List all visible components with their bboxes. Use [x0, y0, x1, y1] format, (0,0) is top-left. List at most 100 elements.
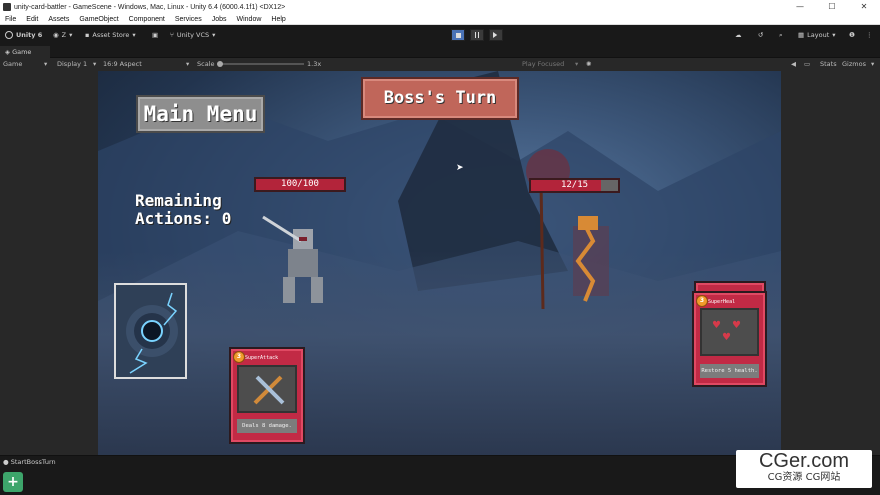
vcs-label: Unity VCS — [176, 31, 210, 39]
chevron-down-icon: ▾ — [871, 60, 875, 68]
gizmos-dropdown[interactable]: Gizmos — [842, 60, 866, 68]
menu-services[interactable]: Services — [170, 16, 207, 23]
step-button[interactable] — [489, 29, 503, 41]
boss-sprite — [526, 149, 609, 310]
watermark-main: CGer.com — [758, 450, 850, 472]
chevron-down-icon: ▾ — [132, 31, 136, 39]
pause-icon — [475, 32, 479, 38]
vcs-icon: ⑂ — [170, 31, 174, 39]
stop-icon — [455, 32, 461, 38]
mouse-cursor-icon: ➤ — [456, 163, 464, 173]
window-title-bar: unity-card-battler - GameScene - Windows… — [0, 0, 880, 14]
boss-health-missing — [600, 180, 618, 191]
scale-slider-handle[interactable] — [217, 61, 223, 67]
deck-portal-icon — [116, 285, 185, 377]
crossed-swords-icon — [253, 375, 285, 405]
tab-game[interactable]: ◈ Game — [0, 46, 50, 58]
chevron-down-icon: ▾ — [212, 31, 216, 39]
tab-game-label: Game — [12, 48, 32, 56]
aspect-icon[interactable]: ▭ — [804, 60, 810, 68]
chevron-down-icon: ▾ — [186, 60, 190, 68]
menu-file[interactable]: File — [0, 16, 21, 23]
play-focused-dropdown[interactable]: Play Focused — [522, 60, 564, 68]
play-button[interactable] — [451, 29, 465, 41]
account-dropdown[interactable]: ◉ Z ▾ — [53, 29, 72, 41]
unity-app-icon — [3, 3, 11, 11]
menu-window[interactable]: Window — [232, 16, 267, 23]
layout-label: Layout — [807, 31, 830, 39]
help-icon[interactable]: ❶ — [849, 29, 855, 41]
layout-icon: ▦ — [798, 31, 805, 39]
card-description: Deals 8 damage. — [237, 419, 297, 433]
scale-value: 1.3x — [307, 60, 322, 68]
remaining-line-2: Actions: 0 — [135, 209, 232, 228]
main-toolbar: Unity 6 ◉ Z ▾ ▪ Asset Store ▾ ▣ ⑂ Unity … — [0, 25, 880, 45]
stats-button[interactable]: Stats — [820, 60, 837, 68]
game-mode-dropdown[interactable]: Game — [3, 60, 22, 68]
settings-icon[interactable]: ⋮ — [866, 29, 873, 41]
chevron-down-icon: ▾ — [832, 31, 836, 39]
aspect-dropdown[interactable]: 16:9 Aspect — [103, 60, 142, 68]
unity-version-label: Unity 6 — [16, 31, 43, 39]
cloud-icon[interactable]: ☁ — [735, 29, 742, 41]
pause-button[interactable] — [470, 29, 484, 41]
chevron-down-icon: ▾ — [69, 31, 73, 39]
card-art: ♥ ♥ ♥ — [700, 308, 759, 356]
window-title: unity-card-battler - GameScene - Windows… — [14, 3, 286, 11]
menu-bar: File Edit Assets GameObject Component Se… — [0, 14, 880, 25]
menu-component[interactable]: Component — [124, 16, 170, 23]
history-icon[interactable]: ↺ — [758, 29, 763, 41]
layout-dropdown[interactable]: ▦ Layout ▾ — [798, 29, 836, 41]
hearts-icon: ♥ ♥ ♥ — [712, 320, 741, 343]
menu-edit[interactable]: Edit — [21, 16, 43, 23]
card-cost-badge: 3 — [233, 351, 245, 363]
card-description: Restore 5 health. — [700, 364, 759, 378]
minimize-button[interactable]: — — [784, 0, 816, 14]
player-knight-sprite — [262, 215, 323, 303]
maximize-button[interactable]: ☐ — [816, 0, 848, 14]
info-icon: ● — [3, 458, 9, 466]
close-button[interactable]: ✕ — [848, 0, 880, 14]
card-super-heal[interactable]: 3 SuperHeal ♥ ♥ ♥ Restore 5 health. — [692, 291, 767, 387]
chevron-down-icon: ▾ — [575, 60, 579, 68]
add-icon[interactable]: + — [3, 472, 23, 492]
watermark: CGer.com CG资源 CG网站 — [736, 450, 872, 488]
card-name: SuperAttack — [245, 355, 279, 361]
game-scene[interactable]: Main Menu Boss's Turn Remaining Actions:… — [98, 71, 781, 455]
card-super-attack[interactable]: 3 SuperAttack Deals 8 damage. — [229, 347, 305, 444]
svg-text:♥: ♥ — [722, 332, 731, 343]
tab-row: ◈ Game — [0, 45, 880, 58]
watermark-sub: CG资源 CG网站 — [767, 472, 841, 483]
card-name: SuperHeal — [708, 299, 736, 305]
menu-gameobject[interactable]: GameObject — [74, 16, 123, 23]
status-message: StartBossTurn — [10, 458, 56, 466]
scale-slider[interactable] — [218, 63, 304, 65]
main-menu-button[interactable]: Main Menu — [136, 95, 265, 133]
package-icon[interactable]: ▣ — [152, 29, 158, 41]
card-art — [237, 365, 297, 413]
remaining-line-1: Remaining — [135, 191, 222, 210]
asset-store-dropdown[interactable]: ▪ Asset Store ▾ — [85, 29, 136, 41]
menu-help[interactable]: Help — [266, 16, 290, 23]
menu-jobs[interactable]: Jobs — [207, 16, 232, 23]
fog-overlay — [98, 251, 781, 455]
game-view-toolbar: Game ▾ Display 1 ▾ 16:9 Aspect ▾ Scale 1… — [0, 58, 880, 71]
svg-text:♥: ♥ — [732, 320, 741, 331]
display-dropdown[interactable]: Display 1 — [57, 60, 87, 68]
menu-assets[interactable]: Assets — [43, 16, 74, 23]
card-deck[interactable] — [114, 283, 187, 379]
audio-icon[interactable]: ◀ — [791, 60, 796, 68]
unity-logo-icon — [5, 31, 13, 39]
chevron-down-icon: ▾ — [93, 60, 97, 68]
chevron-down-icon: ▾ — [44, 60, 48, 68]
unity-account-button[interactable]: Unity 6 — [5, 29, 42, 41]
user-icon: ◉ — [53, 31, 59, 39]
account-label: Z — [61, 31, 67, 39]
asset-store-label: Asset Store — [92, 31, 130, 39]
unity-vcs-dropdown[interactable]: ⑂ Unity VCS ▾ — [170, 29, 215, 41]
player-health-text: 100/100 — [281, 179, 319, 189]
search-icon[interactable]: ⌕ — [779, 29, 783, 41]
card-cost-badge: 3 — [696, 295, 708, 307]
boss-turn-banner: Boss's Turn — [361, 77, 519, 120]
sun-icon[interactable]: ✺ — [586, 60, 591, 68]
